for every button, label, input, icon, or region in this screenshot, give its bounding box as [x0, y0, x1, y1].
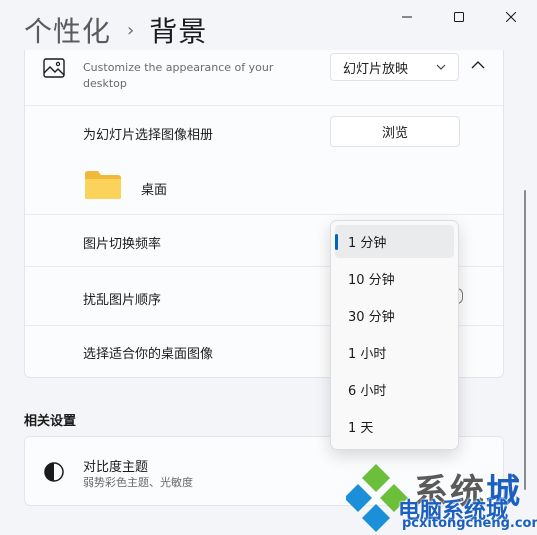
dropdown-option[interactable]: 6 小时 [335, 373, 454, 406]
contrast-theme-description: 弱势彩色主题、光敏度 [83, 476, 193, 489]
watermark: 系统城 电脑系统城 pcxitongcheng.com [346, 458, 537, 535]
background-description: Customize the appearance of your desktop [83, 61, 274, 90]
dropdown-option[interactable]: 1 分钟 [335, 225, 454, 258]
album-label: 为幻灯片选择图像相册 [83, 128, 214, 143]
breadcrumb: 个性化 › 背景 [24, 10, 207, 50]
shuffle-label: 扰乱图片顺序 [83, 293, 162, 308]
chevron-up-icon[interactable] [469, 58, 487, 72]
frequency-dropdown: 1 分钟 10 分钟 30 分钟 1 小时 6 小时 1 天 [330, 220, 459, 450]
settings-window: 个性化 › 背景 Customize the appearance of you… [0, 0, 537, 535]
album-row: 为幻灯片选择图像相册 浏览 桌面 [25, 106, 503, 215]
folder-name[interactable]: 桌面 [141, 179, 167, 198]
chevron-down-icon [436, 64, 446, 70]
folder-icon [85, 171, 121, 199]
browse-button[interactable]: 浏览 [330, 116, 460, 147]
fit-label: 选择适合你的桌面图像 [83, 347, 214, 362]
close-button[interactable] [485, 0, 537, 34]
background-type-value: 幻灯片放映 [343, 61, 409, 77]
frequency-label: 图片切换频率 [83, 237, 162, 252]
dropdown-option[interactable]: 30 分钟 [335, 299, 454, 332]
watermark-url: pcxitongcheng.com [402, 516, 537, 531]
minimize-icon [402, 16, 412, 18]
breadcrumb-personalization[interactable]: 个性化 [24, 10, 111, 50]
dropdown-option[interactable]: 10 分钟 [335, 262, 454, 295]
dropdown-option[interactable]: 1 天 [335, 410, 454, 443]
window-controls [381, 0, 537, 34]
contrast-icon [44, 462, 64, 482]
breadcrumb-separator: › [127, 19, 136, 41]
background-type-select[interactable]: 幻灯片放映 [330, 53, 459, 81]
vertical-scrollbar[interactable] [524, 190, 526, 490]
related-settings-title: 相关设置 [24, 414, 77, 429]
dropdown-option[interactable]: 1 小时 [335, 336, 454, 369]
close-icon [506, 12, 516, 22]
background-type-row: Customize the appearance of your desktop… [25, 50, 503, 106]
maximize-icon [454, 12, 464, 22]
minimize-button[interactable] [381, 0, 433, 34]
image-icon [43, 58, 65, 78]
page-title: 背景 [149, 15, 208, 48]
contrast-theme-title: 对比度主题 [83, 460, 149, 475]
maximize-button[interactable] [433, 0, 485, 34]
